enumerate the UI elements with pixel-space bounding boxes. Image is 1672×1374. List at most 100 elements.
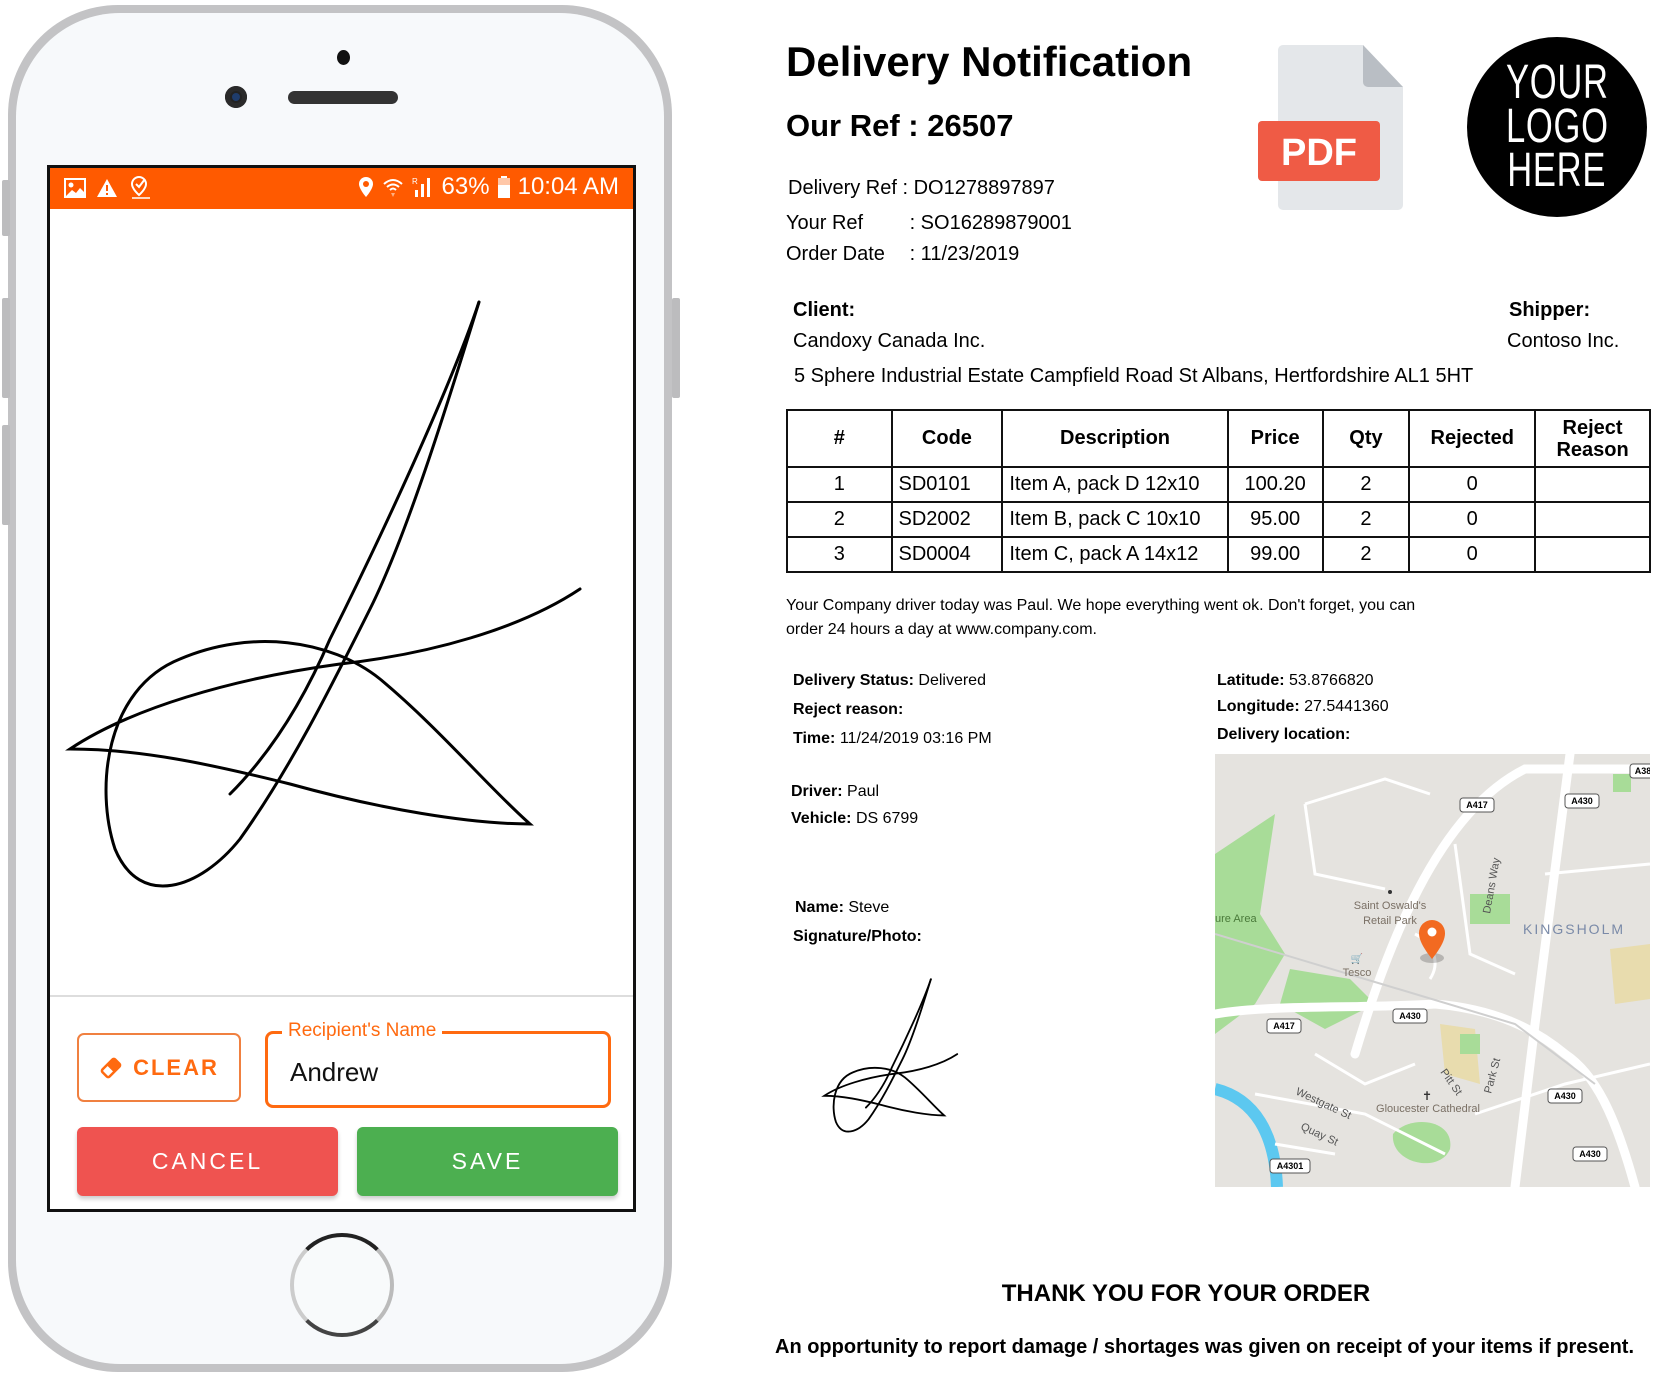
pdf-icon[interactable]: PDF	[1258, 45, 1408, 210]
location-marker-icon[interactable]	[1419, 920, 1445, 963]
signature-image-stroke-1	[865, 978, 932, 1109]
col-header-price: Price	[1226, 409, 1324, 468]
divider	[50, 995, 633, 997]
recipient-name-doc-value: Steve	[848, 899, 890, 916]
wifi-icon	[382, 179, 403, 197]
road-shield: A4301	[1269, 1158, 1311, 1174]
cell-price: 99.00	[1226, 536, 1324, 573]
road-shield: A38	[1629, 763, 1650, 779]
shop-cart-icon: 🛒	[1351, 952, 1363, 965]
road-shield: A430	[1572, 1146, 1608, 1162]
map-park-area	[1460, 1034, 1480, 1054]
vehicle-value: DS 6799	[855, 810, 919, 827]
clear-button[interactable]: CLEAR	[77, 1033, 241, 1102]
cell-price: 100.20	[1226, 466, 1324, 503]
driver-label: Driver:	[791, 783, 843, 800]
cell-description: Item C, pack A 14x12	[1001, 536, 1229, 573]
cell-rejected: 0	[1408, 536, 1537, 573]
cell-rejected: 0	[1408, 466, 1537, 503]
vehicle-label: Vehicle:	[791, 810, 852, 827]
meta-your-ref: Your Ref : SO16289879001	[786, 212, 1072, 235]
col-header-rejected: Rejected	[1408, 409, 1537, 468]
delivery-status: Delivery Status: Delivered	[793, 672, 986, 690]
pdf-badge-label: PDF	[1281, 132, 1357, 174]
map-label-tesco: Tesco	[1343, 967, 1372, 979]
delivery-time-label: Time:	[793, 730, 836, 747]
map-label-retail-park: Saint Oswald's	[1354, 900, 1427, 912]
eraser-icon	[100, 1057, 122, 1078]
meta-value: : 11/23/2019	[909, 243, 1020, 265]
cell-rejected: 0	[1408, 501, 1537, 538]
delivery-time-value: 11/24/2019 03:16 PM	[839, 730, 992, 747]
cell-price: 95.00	[1226, 501, 1324, 538]
recipient-name: Name: Steve	[795, 899, 889, 917]
cancel-button-label: CANCEL	[151, 1148, 264, 1174]
logo-line-1: YOUR	[1505, 56, 1609, 109]
road-shield: A417	[1266, 1018, 1302, 1034]
location-check-icon	[130, 175, 150, 199]
cell-number: 1	[786, 466, 893, 503]
cancel-button[interactable]: CANCEL	[77, 1127, 338, 1196]
signature-pad[interactable]	[50, 209, 633, 995]
svg-text:A430: A430	[1554, 1091, 1576, 1101]
signature-image	[821, 978, 959, 1133]
road-shield: A417	[1459, 797, 1495, 813]
reject-reason-label: Reject reason:	[793, 701, 904, 718]
longitude-value: 27.5441360	[1304, 698, 1389, 715]
cell-number: 3	[786, 536, 893, 573]
save-button-label: SAVE	[451, 1148, 524, 1174]
svg-text:A417: A417	[1273, 1021, 1295, 1031]
meta-label: Your Ref	[786, 212, 864, 234]
map-canvas: A417 A430 A38 A417 A430 A430 A430 A4301 …	[1215, 754, 1650, 1187]
svg-text:A430: A430	[1399, 1011, 1421, 1021]
warning-icon	[97, 179, 117, 197]
save-button[interactable]: SAVE	[357, 1127, 618, 1196]
cell-number: 2	[786, 501, 893, 538]
longitude-label: Longitude:	[1217, 698, 1300, 715]
cell-code: SD0101	[890, 466, 1004, 503]
col-header-reject-reason: Reject Reason	[1534, 409, 1651, 468]
road-shield: A430	[1392, 1008, 1428, 1024]
latitude-label: Latitude:	[1217, 672, 1285, 689]
battery-percent: 63%	[441, 173, 490, 200]
cell-reject-reason	[1534, 466, 1651, 503]
signature-stroke-2	[65, 300, 582, 888]
items-table: # Code Description Price Qty Rejected Re…	[786, 409, 1651, 573]
meta-value: : SO16289879001	[909, 212, 1072, 234]
phone-screen: R 63% 10:04 AM CLEAR Recipient's Name CA…	[47, 165, 636, 1212]
table-header-row: # Code Description Price Qty Rejected Re…	[786, 409, 1651, 468]
table-row: 1 SD0101 Item A, pack D 12x10 100.20 2 0	[786, 466, 1651, 503]
map-park-area	[1613, 774, 1631, 792]
reject-reason: Reject reason:	[793, 701, 903, 719]
recipient-name-field[interactable]: Recipient's Name	[265, 1020, 611, 1108]
signal-icon: R	[412, 177, 430, 197]
home-button[interactable]	[290, 1233, 394, 1337]
map-label-nature-area: ure Area	[1215, 913, 1257, 925]
map-label-retail-park-2: Retail Park	[1363, 915, 1417, 927]
volume-up-button	[2, 298, 10, 398]
clock: 10:04 AM	[517, 173, 619, 200]
map-sand-area	[1610, 944, 1650, 1004]
map-label-cathedral: Gloucester Cathedral	[1376, 1103, 1480, 1115]
latitude-value: 53.8766820	[1289, 672, 1374, 689]
front-camera	[225, 86, 247, 108]
footer-note: An opportunity to report damage / shorta…	[775, 1336, 1635, 1358]
cell-qty: 2	[1321, 536, 1411, 573]
col-header-qty: Qty	[1321, 409, 1411, 468]
client-address: 5 Sphere Industrial Estate Campfield Roa…	[794, 365, 1474, 387]
road-shield: A430	[1564, 793, 1600, 809]
latitude: Latitude: 53.8766820	[1217, 672, 1374, 690]
svg-text:A38: A38	[1635, 766, 1650, 776]
volume-down-button	[2, 425, 10, 525]
delivery-time: Time: 11/24/2019 03:16 PM	[793, 730, 992, 748]
table-row: 2 SD2002 Item B, pack C 10x10 95.00 2 0	[786, 501, 1651, 538]
delivery-map[interactable]: A417 A430 A38 A417 A430 A430 A430 A4301 …	[1215, 754, 1650, 1187]
cell-description: Item B, pack C 10x10	[1001, 501, 1229, 538]
proximity-sensor	[337, 50, 350, 65]
recipient-name-input[interactable]	[288, 1056, 592, 1089]
cell-qty: 2	[1321, 501, 1411, 538]
cell-code: SD2002	[890, 501, 1004, 538]
document-title: Delivery Notification	[786, 38, 1193, 85]
recipient-name-doc-label: Name:	[795, 899, 844, 916]
client-label: Client:	[793, 299, 856, 321]
